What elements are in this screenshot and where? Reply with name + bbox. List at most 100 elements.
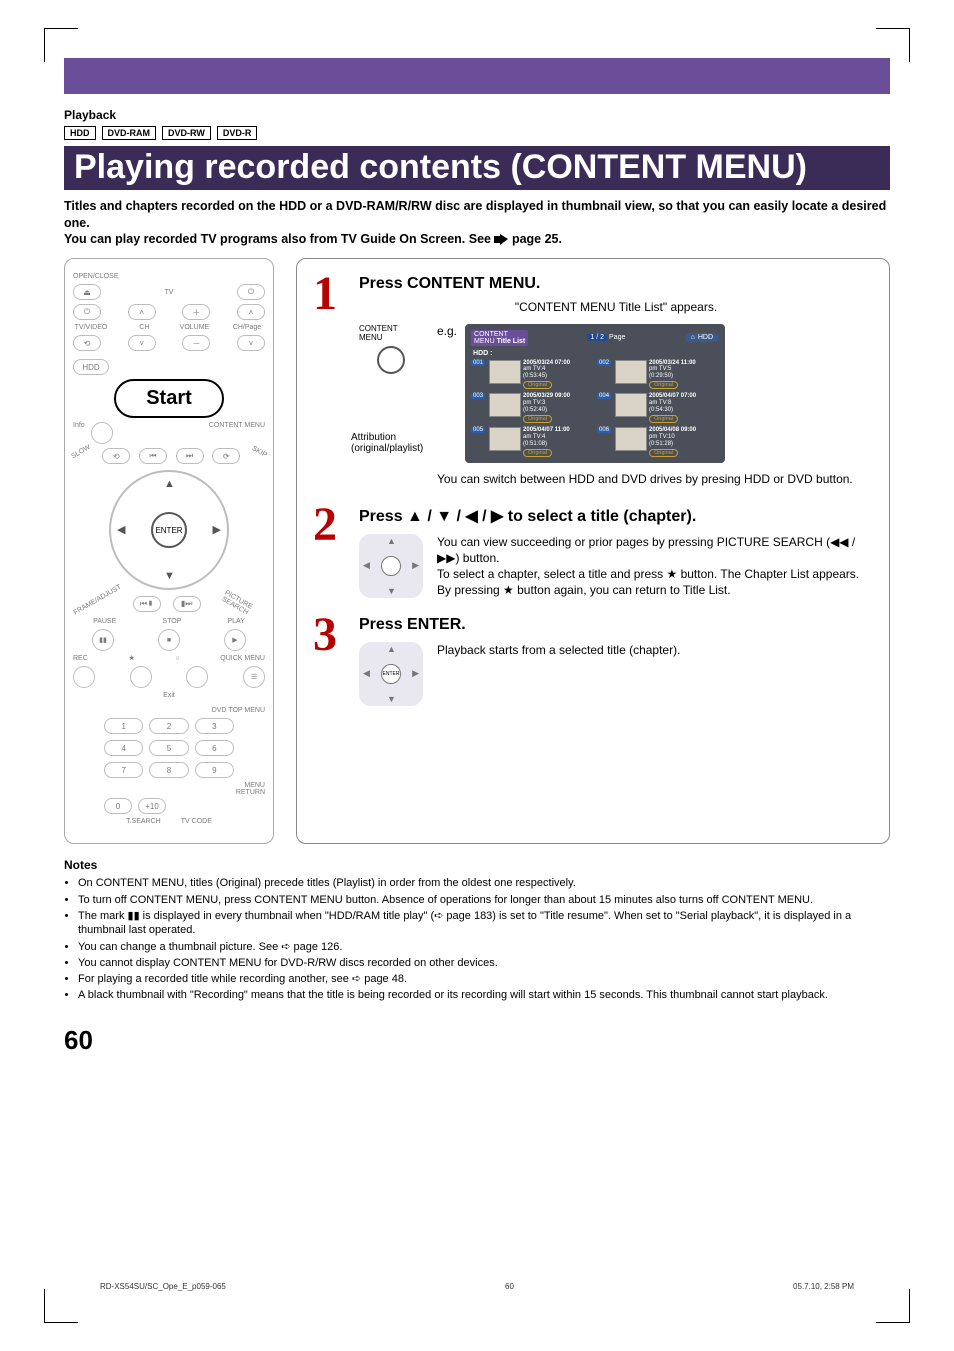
ch-down-button[interactable]: ˅: [128, 335, 156, 351]
step-title: Press ▲ / ▼ / ◀ / ▶ to select a title (c…: [359, 506, 873, 526]
arrow-right-icon: [494, 234, 508, 245]
crop-mark: [44, 1289, 78, 1323]
crop-mark: [876, 28, 910, 62]
open-close-label: OPEN/CLOSE: [73, 273, 265, 280]
pause-button[interactable]: ▮▮: [92, 629, 114, 651]
skip-label: SKIP: [246, 445, 268, 467]
left-arrow-icon: ◀: [363, 668, 370, 679]
key-8[interactable]: 8: [149, 762, 188, 778]
step2-line2: To select a chapter, select a title and …: [437, 566, 873, 582]
osd-thumb[interactable]: 0052005/04/07 11:00am TV:4(0:51:08)Origi…: [471, 427, 593, 457]
nav-pad-illustration: ▲ ▼ ◀ ▶: [359, 534, 423, 598]
step3-desc: Playback starts from a selected title (c…: [437, 642, 680, 658]
skip-next-button[interactable]: ⏭: [176, 448, 204, 464]
osd-thumb[interactable]: 0062005/04/08 09:00pm TV:10(0:51:28)Orig…: [597, 427, 719, 457]
stop-button[interactable]: ■: [158, 629, 180, 651]
key-4[interactable]: 4: [104, 740, 143, 756]
key-2[interactable]: 2: [149, 718, 188, 734]
right-arrow-icon[interactable]: ▶: [412, 560, 419, 571]
right-arrow-icon[interactable]: ▶: [213, 523, 221, 536]
enter-center[interactable]: [381, 556, 401, 576]
disc-icon: ⌂: [691, 334, 695, 341]
intro-text: Titles and chapters recorded on the HDD …: [64, 198, 890, 249]
note-item: To turn off CONTENT MENU, press CONTENT …: [78, 893, 890, 907]
steps-panel: 1 Press CONTENT MENU. "CONTENT MENU Titl…: [296, 258, 890, 844]
step-number: 3: [313, 616, 349, 706]
remote-control-illustration: OPEN/CLOSE ⏏ TV ⏻ ⏻ ˄ ＋ ˄ TV/VIDEO CH VO…: [64, 258, 274, 844]
down-arrow-icon[interactable]: ▼: [164, 570, 175, 582]
content-menu-label: CONTENT MENU: [209, 422, 265, 444]
key-6[interactable]: 6: [195, 740, 234, 756]
tvvideo-label: TV/VIDEO: [73, 324, 109, 331]
rec-button[interactable]: [73, 666, 95, 688]
star-button[interactable]: [130, 666, 152, 688]
left-arrow-icon[interactable]: ◀: [363, 560, 370, 571]
key-1[interactable]: 1: [104, 718, 143, 734]
osd-thumb[interactable]: 0012005/03/24 07:00am TV:4(0:53:45)Origi…: [471, 360, 593, 390]
star-label: ★: [128, 655, 134, 662]
exit-label: Exit: [73, 692, 265, 699]
slow-rev-button[interactable]: ⟲: [102, 448, 130, 464]
left-arrow-icon[interactable]: ◀: [117, 523, 125, 536]
vol-down-button[interactable]: －: [182, 335, 210, 351]
skip-prev-button[interactable]: ⏮: [139, 448, 167, 464]
frame-rev-button[interactable]: ⏮▮: [133, 596, 161, 612]
osd-thumb[interactable]: 0032005/03/29 09:00pm TV:3(0:52:40)Origi…: [471, 393, 593, 423]
osd-thumb[interactable]: 0042005/04/07 07:00am TV:8(0:54:30)Origi…: [597, 393, 719, 423]
picsearch-fwd-button[interactable]: ▮⏭: [173, 596, 201, 612]
tv-power-button[interactable]: ⏻: [237, 284, 265, 300]
osd-thumb[interactable]: 0022005/03/24 11:00pm TV:5(0:29:50)Origi…: [597, 360, 719, 390]
power-button[interactable]: ⏻: [73, 304, 101, 320]
print-footer: RD-XS54SU/SC_Ope_E_p059-065 60 05.7.10, …: [100, 1282, 854, 1291]
notes-heading: Notes: [64, 858, 890, 872]
quickmenu-button[interactable]: ☰: [243, 666, 265, 688]
osd-menu-label: CONTENT MENU Title List: [471, 330, 528, 346]
down-arrow-icon[interactable]: ▼: [387, 586, 396, 596]
quickmenu-label: QUICK MENU: [220, 655, 265, 662]
enter-pad-illustration: ▲ ▼ ◀ ▶ ENTER: [359, 642, 423, 706]
play-button[interactable]: ▶: [224, 629, 246, 651]
info-button[interactable]: [91, 422, 113, 444]
hdd-button[interactable]: HDD: [73, 359, 109, 375]
media-tag: DVD-R: [217, 126, 258, 140]
osd-page-indicator: 1 / 2 Page: [587, 334, 625, 341]
step-title: Press ENTER.: [359, 616, 873, 634]
key-9[interactable]: 9: [195, 762, 234, 778]
key-3[interactable]: 3: [195, 718, 234, 734]
key-5[interactable]: 5: [149, 740, 188, 756]
up-arrow-icon[interactable]: ▲: [387, 536, 396, 546]
key-0[interactable]: 0: [104, 798, 132, 814]
chpage-down-button[interactable]: ˅: [237, 335, 265, 351]
note-item: You can change a thumbnail picture. See …: [78, 940, 890, 954]
osd-source-hdd: ⌂HDD: [685, 333, 719, 342]
circle-button[interactable]: [186, 666, 208, 688]
page-title: Playing recorded contents (CONTENT MENU): [64, 146, 890, 190]
media-tag: HDD: [64, 126, 96, 140]
chpage-label: CH/Page: [229, 324, 265, 331]
key-7[interactable]: 7: [104, 762, 143, 778]
print-foot-mid: 60: [505, 1282, 514, 1291]
attribution-callout: Attribution (original/playlist): [351, 432, 431, 454]
page-number: 60: [64, 1025, 890, 1056]
tvvideo-button[interactable]: ⟲: [73, 335, 101, 351]
nav-pad[interactable]: ▲ ▼ ◀ ▶ ENTER: [109, 470, 229, 590]
media-tag: DVD-RAM: [102, 126, 157, 140]
slow-fwd-button[interactable]: ⟳: [212, 448, 240, 464]
eject-button[interactable]: ⏏: [73, 284, 101, 300]
media-tag-row: HDD DVD-RAM DVD-RW DVD-R: [64, 126, 890, 140]
content-menu-round-button[interactable]: [377, 346, 405, 374]
star-icon: ★: [666, 567, 677, 581]
key-plus10[interactable]: +10: [138, 798, 166, 814]
up-arrow-icon[interactable]: ▲: [164, 478, 175, 490]
vol-up-button[interactable]: ＋: [182, 304, 210, 320]
step-appears: "CONTENT MENU Title List" appears.: [359, 299, 873, 315]
return-label: RETURN: [73, 789, 265, 796]
step-title: Press CONTENT MENU.: [359, 275, 873, 293]
star-icon: ★: [503, 583, 514, 597]
play-label: PLAY: [228, 618, 245, 625]
slow-label: SLOW: [70, 444, 96, 468]
crop-mark: [44, 28, 78, 62]
ch-up-button[interactable]: ˄: [128, 304, 156, 320]
chpage-up-button[interactable]: ˄: [237, 304, 265, 320]
circle-label: ○: [175, 655, 179, 662]
